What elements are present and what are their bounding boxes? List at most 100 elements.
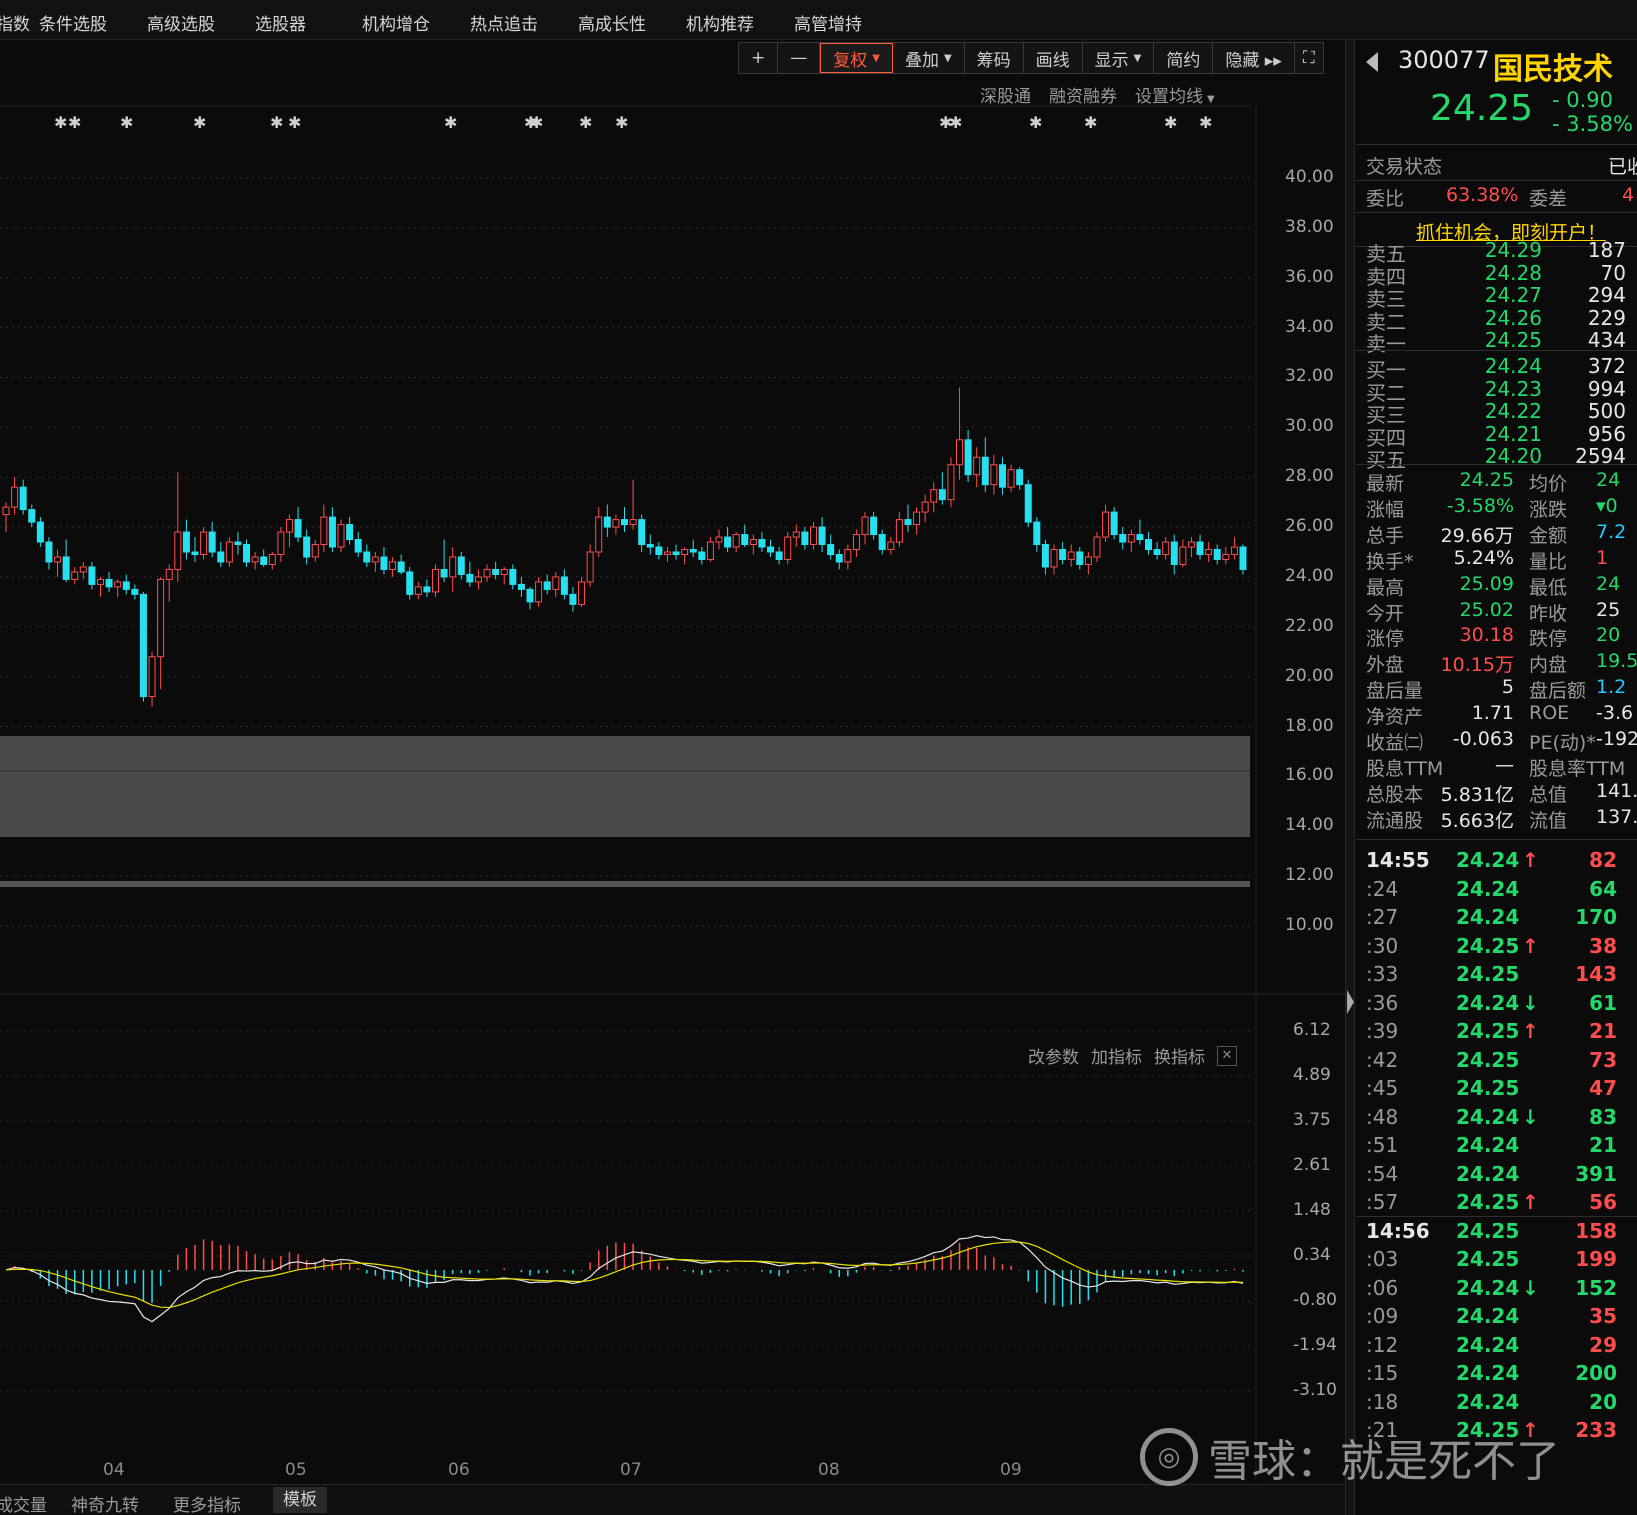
tick-price: 24.25 (1456, 962, 1520, 986)
quote-value: — (1495, 753, 1514, 776)
tab-magic-nine[interactable]: 神奇九转 (71, 1491, 139, 1515)
candle-body (586, 551, 594, 583)
quote-value: -0.063 (1452, 728, 1514, 750)
tab-volume[interactable]: 成交量 (0, 1491, 47, 1515)
zoom-in-button[interactable]: + (739, 43, 779, 73)
huaxian-button[interactable]: 画线 (1024, 43, 1083, 73)
close-icon[interactable]: ✕ (1217, 1045, 1237, 1066)
menu-item-gaochengzhang[interactable]: 高成长性 (578, 10, 646, 35)
event-marker-icon: ✱ (949, 113, 962, 132)
candle-body (767, 546, 775, 553)
macd-tick-label: -3.10 (1293, 1380, 1337, 1400)
orderbook-vol: 434 (1587, 328, 1626, 352)
price-tick-label: 36.00 (1285, 266, 1334, 287)
quote-value: -3.58% (1446, 494, 1514, 517)
arrow-down-icon: ↓ (1522, 1104, 1539, 1129)
switch-indicator-button[interactable]: 换指标 (1154, 1043, 1205, 1068)
tab-template[interactable]: 模板 (273, 1487, 327, 1513)
tick-row: :27 24.24 170 (1356, 905, 1637, 933)
candle-body (1067, 551, 1075, 560)
quote-label: 涨停 (1366, 628, 1405, 651)
quote-label: 股息率TTM (1529, 757, 1626, 780)
shengutong-button[interactable]: 深股通 (980, 82, 1031, 107)
panel-splitter[interactable] (1345, 40, 1355, 1515)
weibi-label: 委比 (1366, 188, 1405, 210)
orderbook-row: 卖二 24.26 229 (1366, 306, 1626, 334)
candle-body (758, 539, 766, 548)
price-tick-label: 22.00 (1285, 615, 1334, 636)
tick-time: :27 (1366, 905, 1399, 929)
tick-price: 24.25 (1456, 1247, 1520, 1271)
candle-body (268, 553, 276, 565)
add-indicator-button[interactable]: 加指标 (1091, 1043, 1142, 1068)
set-ma-label: 设置均线 (1135, 87, 1203, 107)
change-params-button[interactable]: 改参数 (1028, 1043, 1079, 1068)
yincang-button[interactable]: 隐藏 ▸▸ (1213, 43, 1295, 73)
macd-tick-label: 0.34 (1293, 1245, 1331, 1265)
fullscreen-icon[interactable]: ⛶ (1295, 43, 1323, 73)
xianshi-button[interactable]: 显示 ▼ (1083, 43, 1155, 73)
tick-price: 24.25 (1456, 1047, 1520, 1072)
quote-row: 今开 25.02 昨收 25 (1356, 599, 1637, 625)
tick-volume: 56 (1589, 1190, 1617, 1214)
tick-time: :15 (1366, 1361, 1399, 1385)
candle-body (578, 581, 586, 605)
kline-chart[interactable]: ✱ ✱ ✱ ✱ ✱ ✱ ✱ ✱✱ ✱ ✱ ✱✱ ✱ ✱ ✱ ✱ (0, 40, 1345, 1515)
tick-time: 14:56 (1366, 1218, 1430, 1243)
event-marker-icon: ✱ (615, 113, 628, 132)
menu-item-gaoguan[interactable]: 高管增持 (794, 10, 862, 35)
quote-label: 流值 (1529, 809, 1568, 832)
diejia-button[interactable]: 叠加 ▼ (893, 43, 965, 73)
menu-item-jigou-tuijian[interactable]: 机构推荐 (686, 10, 754, 35)
orderbook-label: 卖一 (1366, 332, 1406, 356)
orderbook-price: 24.22 (1484, 399, 1542, 423)
tick-volume: 82 (1589, 848, 1617, 872)
set-ma-button[interactable]: 设置均线 ▼ (1135, 82, 1215, 107)
month-tick-label: 05 (285, 1460, 307, 1480)
price-tick-label: 16.00 (1285, 765, 1334, 786)
candle-body (895, 519, 903, 543)
candle-body (1222, 553, 1230, 560)
zoom-out-button[interactable]: — (778, 43, 821, 73)
prev-stock-icon[interactable] (1366, 52, 1378, 72)
menu-item-zhishu[interactable]: 指数 (0, 10, 30, 35)
tab-more-indicators[interactable]: 更多指标 (173, 1491, 241, 1515)
menu-item-jigou-zengcang[interactable]: 机构增仓 (362, 10, 430, 35)
candle-body (870, 516, 878, 536)
fuquan-button[interactable]: 复权 ▼ (820, 43, 893, 73)
tick-row: :18 24.24 20 (1356, 1390, 1637, 1418)
candle-body (1145, 539, 1153, 551)
quote-value: 137. (1596, 805, 1637, 828)
quote-row: 净资产 1.71 ROE -3.6 (1356, 702, 1637, 728)
candle-body (1084, 556, 1092, 565)
candle-body (904, 519, 912, 526)
chouma-button[interactable]: 筹码 (965, 43, 1024, 73)
rongzi-button[interactable]: 融资融券 (1049, 82, 1117, 107)
candle-body (294, 519, 302, 538)
candle-body (827, 544, 835, 555)
candle-body (689, 549, 697, 553)
menu-item-xuanguqi[interactable]: 选股器 (255, 10, 306, 35)
quote-value: 25.09 (1459, 572, 1514, 595)
quote-value: 24 (1596, 469, 1621, 491)
tick-price: 24.24 (1456, 1161, 1520, 1186)
candle-body (1033, 521, 1041, 546)
candle-body (457, 556, 465, 575)
menu-item-redian[interactable]: 热点追击 (470, 10, 538, 35)
quote-label: 今开 (1366, 602, 1405, 625)
candle-body (517, 583, 525, 590)
jianyue-button[interactable]: 简约 (1154, 43, 1214, 73)
menu-item-tiaojian[interactable]: 条件选股 (39, 10, 107, 35)
menu-item-gaoji[interactable]: 高级选股 (147, 10, 215, 35)
month-tick-label: 08 (818, 1460, 840, 1480)
candle-body (45, 541, 53, 563)
tick-time: :12 (1366, 1332, 1399, 1357)
orderbook-row: 卖三 24.27 294 (1366, 283, 1626, 311)
collapse-arrow-icon[interactable] (1347, 990, 1354, 1014)
candle-body (2, 506, 10, 516)
tick-row: :06 24.24 ↓ 152 (1356, 1276, 1637, 1304)
tick-time: :06 (1366, 1275, 1399, 1300)
candle-body (835, 553, 843, 563)
candle-body (672, 551, 680, 555)
candle-body (96, 578, 104, 585)
